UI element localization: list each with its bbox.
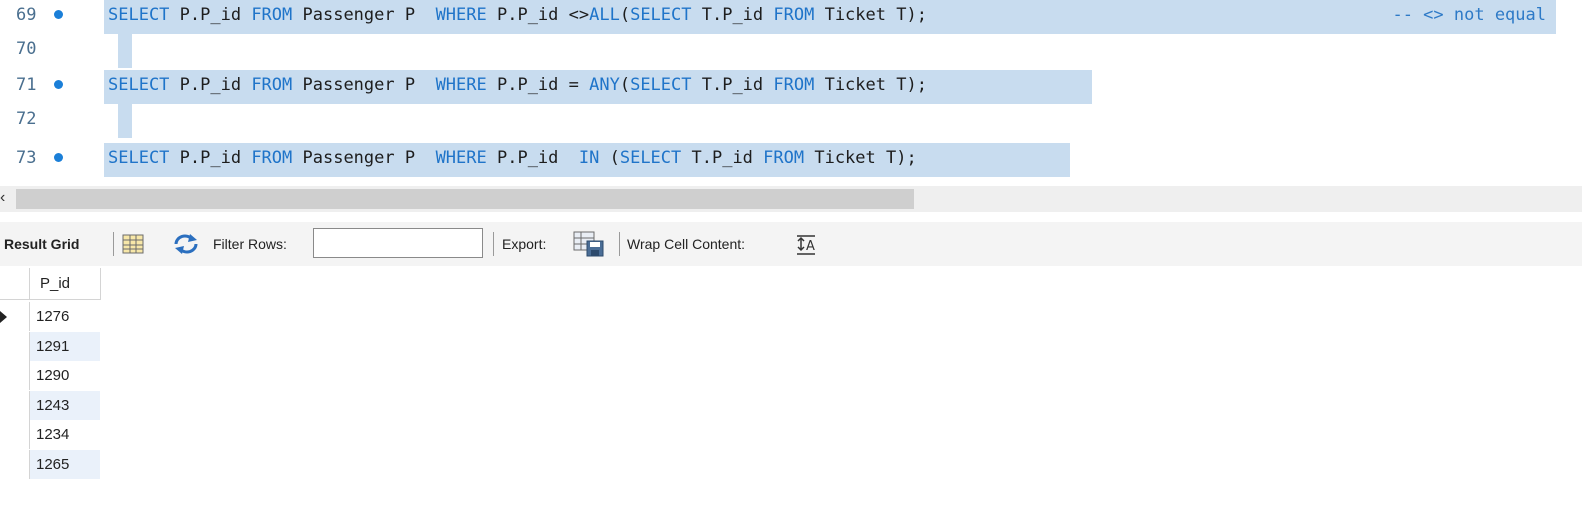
wrap-cell-content-label: Wrap Cell Content: [627,236,746,252]
grid-layout-icon[interactable] [122,234,144,254]
sql-token: Ticket T); [814,75,927,95]
export-icon[interactable] [573,231,605,257]
statement-marker-icon [54,10,63,19]
toolbar-divider [113,232,114,256]
line-number: 69 [16,5,37,25]
current-row-arrow-icon [0,311,7,323]
sql-token: P.P_id [169,148,252,168]
code-text: SELECT P.P_id FROM Passenger P WHERE P.P… [108,0,927,34]
sql-token: ( [599,148,620,168]
sql-keyword: WHERE [435,5,487,25]
sql-token: Passenger P [292,5,436,25]
sql-keyword: FROM [773,75,815,95]
wrap-text-icon[interactable]: A [794,234,818,256]
row-header[interactable] [0,449,30,479]
editor-line-70[interactable]: 70 [0,34,1582,68]
sql-token: P.P_id [169,75,252,95]
sql-keyword: SELECT [630,75,692,95]
p-id-cell[interactable]: 1291 [30,331,100,361]
sql-token: Passenger P [292,75,436,95]
sql-token: ( [619,75,631,95]
sql-token: P.P_id = [486,75,590,95]
sql-keyword: WHERE [435,148,487,168]
selection-highlight [118,34,132,68]
row-header[interactable] [0,390,30,420]
p-id-cell[interactable]: 1265 [30,449,100,479]
editor-line-69[interactable]: 69 SELECT P.P_id FROM Passenger P WHERE … [0,0,1582,34]
sql-keyword: ANY [589,75,620,95]
p-id-cell[interactable]: 1234 [30,420,100,449]
scroll-left-icon[interactable]: ‹ [0,189,5,207]
line-number: 71 [16,75,37,95]
p-id-cell[interactable]: 1243 [30,390,100,420]
sql-keyword: ALL [589,5,620,25]
sql-keyword: WHERE [435,75,487,95]
selection-highlight [118,104,132,138]
row-header[interactable] [0,361,30,390]
sql-token: P.P_id [486,148,579,168]
sql-token: Ticket T); [804,148,917,168]
line-number: 72 [16,109,37,129]
p-id-cell[interactable]: 1290 [30,361,100,390]
sql-editor[interactable]: 69 SELECT P.P_id FROM Passenger P WHERE … [0,0,1582,186]
sql-token: T.P_id [691,5,774,25]
sql-keyword: FROM [763,148,805,168]
sql-keyword: SELECT [619,148,682,168]
result-toolbar: Result Grid Filter Rows: Export: Wrap Ce… [0,222,1582,266]
export-label: Export: [502,236,547,252]
sql-keyword: IN [578,148,600,168]
row-header[interactable] [0,331,30,361]
toolbar-divider [619,232,620,256]
editor-line-71[interactable]: 71 SELECT P.P_id FROM Passenger P WHERE … [0,70,1582,104]
filter-rows-label: Filter Rows: [213,236,287,252]
scrollbar-thumb[interactable] [16,189,914,209]
result-grid-tab[interactable]: Result Grid [4,222,79,266]
sql-keyword: SELECT [108,5,170,25]
statement-marker-icon [54,153,63,162]
filter-rows-input[interactable] [313,228,483,258]
sql-keyword: FROM [251,5,293,25]
sql-token: T.P_id [681,148,764,168]
svg-text:A: A [806,239,815,254]
sql-keyword: FROM [251,75,293,95]
sql-token: P.P_id [169,5,252,25]
sql-keyword: SELECT [630,5,692,25]
sql-keyword: FROM [773,5,815,25]
line-number: 73 [16,148,37,168]
code-comment: -- <> not equal [1392,5,1546,25]
row-header-corner [0,268,30,300]
editor-line-72[interactable]: 72 [0,104,1582,138]
statement-marker-icon [54,80,63,89]
sql-token: Passenger P [292,148,436,168]
column-header-p-id[interactable]: P_id [30,268,101,300]
sql-keyword: FROM [251,148,293,168]
sql-keyword: SELECT [108,75,170,95]
sql-token: P.P_id <> [486,5,590,25]
p-id-cell[interactable]: 1276 [30,302,100,331]
editor-horizontal-scrollbar[interactable]: ‹ [0,186,1582,212]
toolbar-divider [493,232,494,256]
code-text: SELECT P.P_id FROM Passenger P WHERE P.P… [108,143,917,177]
sql-token: T.P_id [691,75,774,95]
refresh-icon[interactable] [172,233,200,255]
sql-token: Ticket T); [814,5,927,25]
sql-token: ( [619,5,631,25]
line-number: 70 [16,39,37,59]
editor-line-73[interactable]: 73 SELECT P.P_id FROM Passenger P WHERE … [0,143,1582,177]
sql-keyword: SELECT [108,148,170,168]
row-header[interactable] [0,302,30,331]
code-text: SELECT P.P_id FROM Passenger P WHERE P.P… [108,70,927,104]
row-header[interactable] [0,420,30,449]
